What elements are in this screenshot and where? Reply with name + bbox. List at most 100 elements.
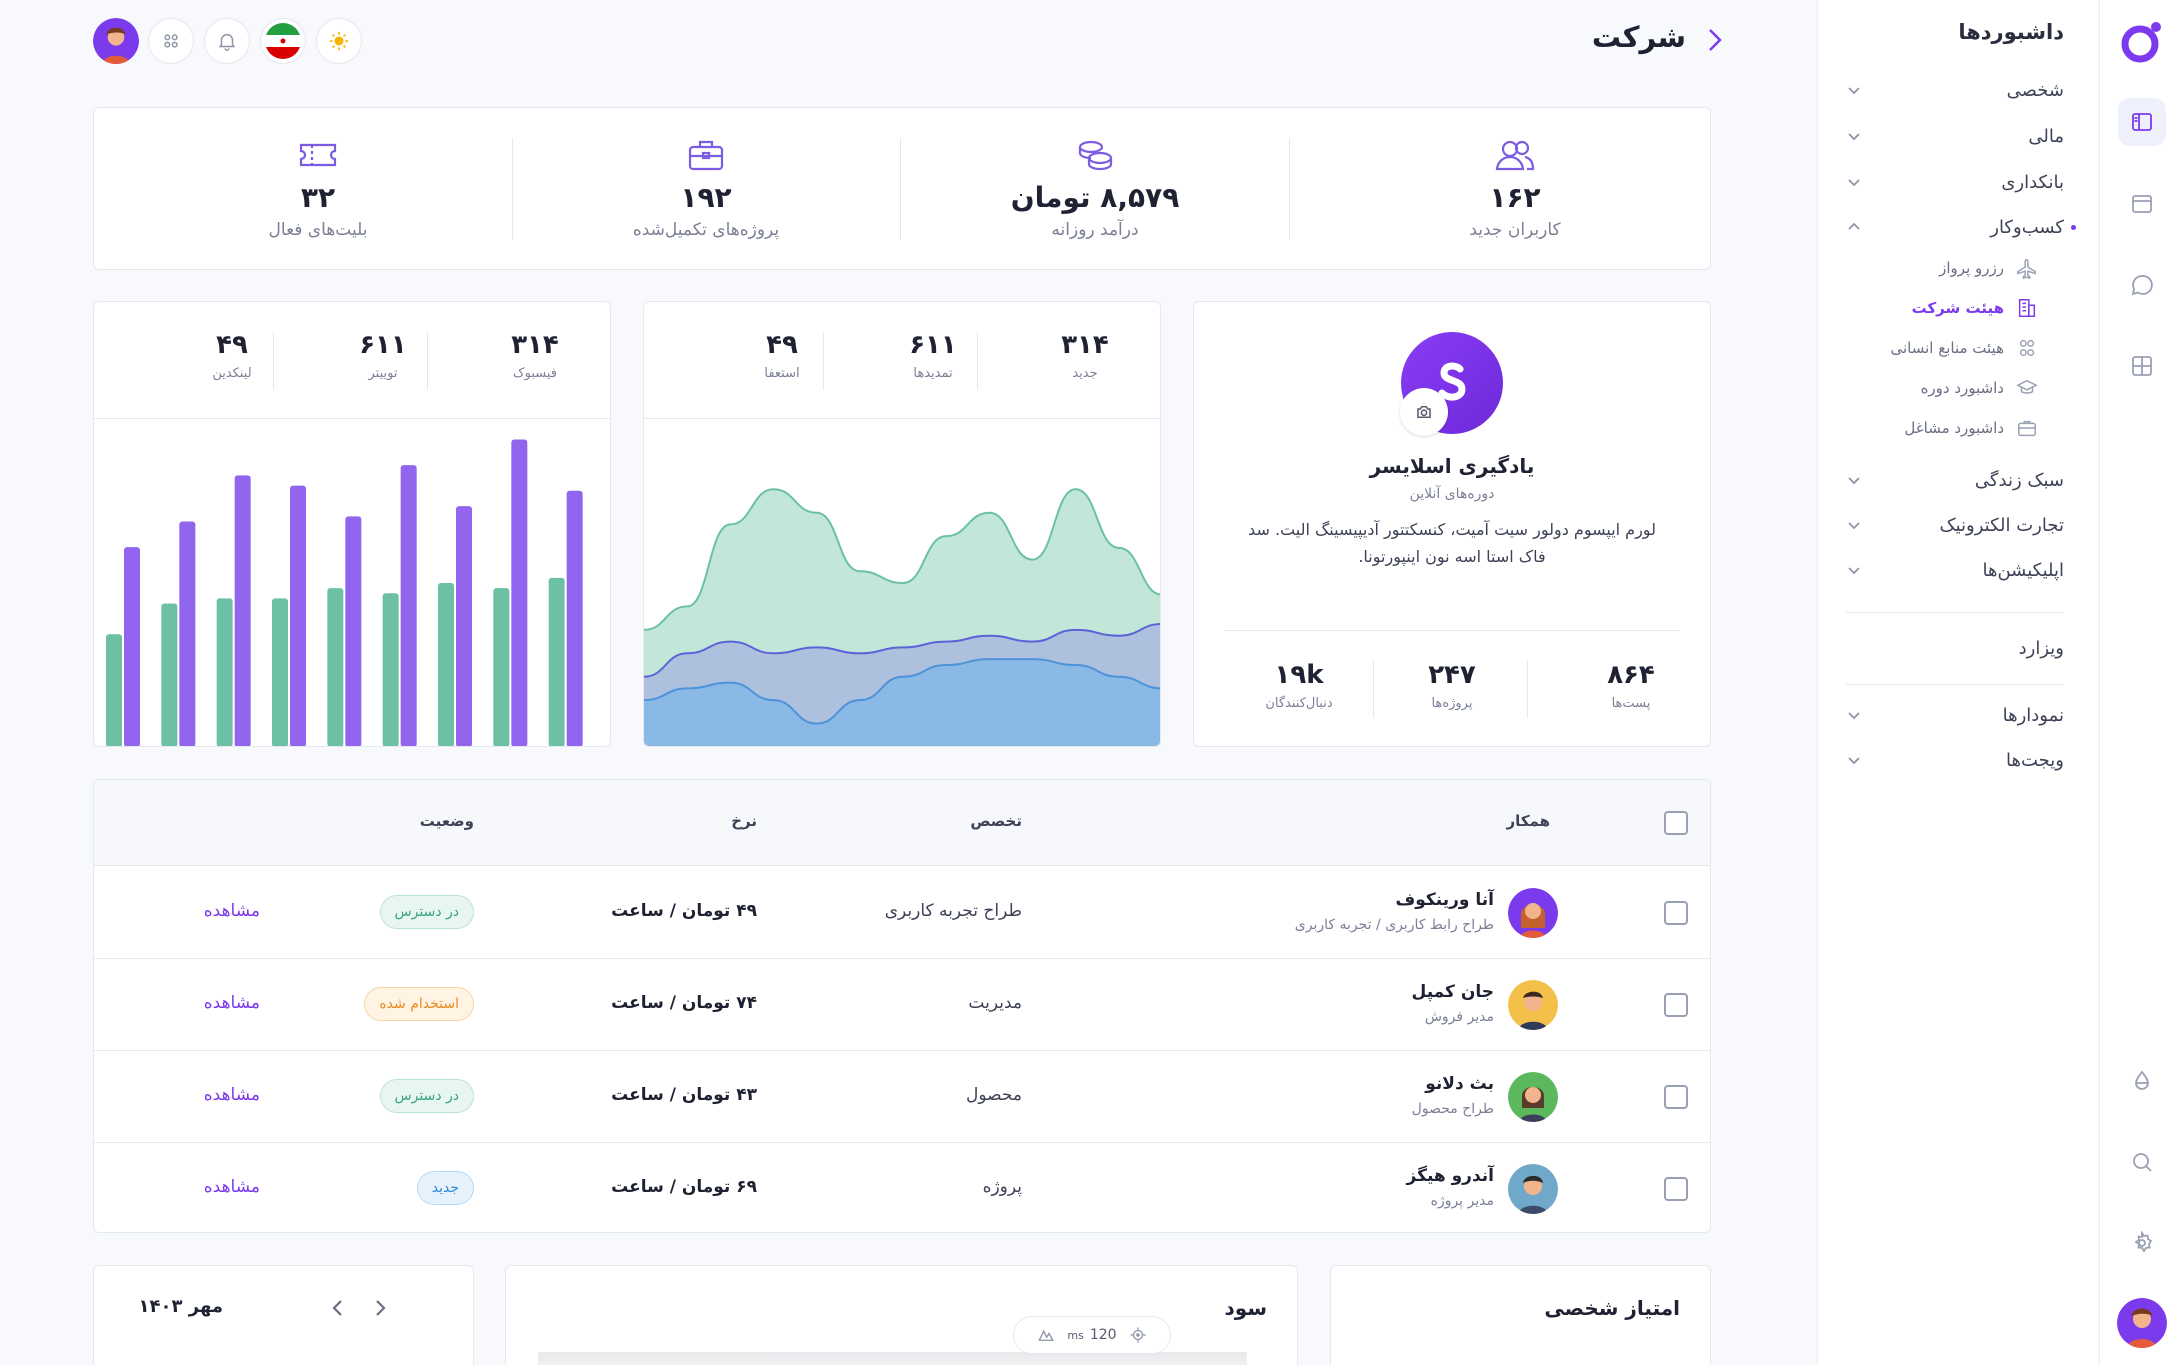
bell-icon — [218, 33, 236, 51]
bar-purple-6 — [456, 506, 472, 746]
settings-rail-button[interactable] — [2118, 1219, 2166, 1267]
language-button[interactable] — [260, 18, 306, 64]
mini-stat-label: فیسبوک — [512, 366, 557, 381]
row-checkbox[interactable] — [1664, 1085, 1688, 1109]
grid-icon — [2132, 356, 2152, 376]
search-rail-button[interactable] — [2118, 1138, 2166, 1186]
area-stat-renewals: ۶۱۱ تمدیدها — [858, 330, 1008, 381]
bar-purple-8 — [566, 490, 583, 746]
sidebar-item-finance[interactable]: مالی — [1846, 120, 2064, 152]
sidebar-item-charts[interactable]: نمودارها — [1846, 699, 2064, 731]
theme-toggle-button[interactable] — [316, 18, 362, 64]
sidebar-divider — [1846, 612, 2064, 613]
sub-item-jobs-dashboard[interactable]: داشبورد مشاغل — [1904, 414, 2038, 442]
avatar-illustration-icon — [1508, 888, 1558, 938]
stat-value: ۸,۵۷۹ تومان — [1010, 181, 1180, 214]
chevron-down-icon — [1848, 477, 1860, 485]
sub-item-course-dashboard[interactable]: داشبورد دوره — [1921, 374, 2038, 402]
messages-rail-button[interactable] — [2118, 261, 2166, 309]
stat-label: بلیت‌های فعال — [268, 220, 368, 240]
row-checkbox[interactable] — [1664, 901, 1688, 925]
stat-active-tickets: ۳۲ بلیت‌های فعال — [123, 108, 513, 270]
sidebar-item-ecommerce[interactable]: تجارت الکترونیک — [1846, 509, 2064, 541]
card-title: سود — [1224, 1296, 1267, 1320]
chevron-right-icon[interactable] — [1700, 24, 1728, 56]
mini-stat-label: لینکدین — [212, 366, 252, 381]
avatar-illustration-icon — [1508, 980, 1558, 1030]
sidebar-item-widgets[interactable]: ویجت‌ها — [1846, 744, 2064, 776]
stat-value: ۳۲ — [300, 181, 336, 214]
view-link[interactable]: مشاهده — [204, 993, 260, 1013]
member-avatar — [1508, 1072, 1558, 1122]
select-all-checkbox[interactable] — [1664, 811, 1688, 835]
window-icon — [2132, 195, 2152, 213]
briefcase-icon — [2018, 420, 2036, 437]
bar-purple-3 — [290, 485, 306, 746]
sidebar-item-wizard[interactable]: ویزارد — [1846, 632, 2064, 664]
airplane-icon — [2017, 259, 2036, 279]
member-avatar — [1508, 980, 1558, 1030]
chevron-right-icon[interactable] — [368, 1296, 392, 1320]
stat-completed-projects: ۱۹۲ پروژه‌های تکمیل‌شده — [511, 108, 901, 270]
area-stat-new: ۳۱۴ جدید — [1010, 330, 1160, 381]
chevron-left-icon[interactable] — [326, 1296, 350, 1320]
avatar-illustration-icon — [2117, 1298, 2167, 1348]
view-link[interactable]: مشاهده — [204, 1177, 260, 1197]
area-chart — [644, 488, 1160, 746]
sidebar-item-business[interactable]: کسب‌وکار — [1846, 211, 2064, 243]
sub-item-label: رزرو پرواز — [1939, 259, 2004, 277]
sub-item-hr-board[interactable]: هیئت منابع انسانی — [1891, 334, 2039, 362]
view-link[interactable]: مشاهده — [204, 901, 260, 921]
dashboards-rail-button[interactable] — [2118, 98, 2166, 146]
sidebar-item-personal[interactable]: شخصی — [1846, 74, 2064, 106]
fps-value: 120 — [1089, 1327, 1117, 1343]
crosshair-icon[interactable] — [1129, 1326, 1147, 1344]
sidebar-item-label: مالی — [2028, 125, 2064, 147]
view-link[interactable]: مشاهده — [204, 1085, 260, 1105]
triangle-logo-icon — [1038, 1329, 1055, 1341]
gear-icon — [2134, 1231, 2153, 1253]
layouts-rail-button[interactable] — [2118, 180, 2166, 228]
sidebar-item-label: نمودارها — [2002, 704, 2064, 726]
icon-rail — [2099, 0, 2184, 1365]
sidebar-item-apps[interactable]: اپلیکیشن‌ها — [1846, 554, 2064, 586]
avatar-illustration-icon — [1508, 1164, 1558, 1214]
chat-bubble-icon — [2131, 275, 2153, 296]
row-checkbox[interactable] — [1664, 993, 1688, 1017]
member-rate: ۴۳ تومان / ساعت — [611, 1085, 757, 1105]
table-row: آنا ورینکوف طراح رابط کاربری / تجربه کار… — [94, 867, 1710, 959]
header-status: وضعیت — [419, 812, 474, 830]
retention-card: ۳۱۴ جدید ۶۱۱ تمدیدها ۴۹ استعفا — [643, 301, 1161, 747]
social-card: ۳۱۴ فیسبوک ۶۱۱ توییتر ۴۹ لینکدین — [93, 301, 611, 747]
bar-green-4 — [327, 588, 344, 746]
stat-label: پروژه‌های تکمیل‌شده — [632, 220, 780, 240]
sub-item-company-board[interactable]: هیئت شرکت — [1912, 294, 2038, 322]
sub-item-flight-booking[interactable]: رزرو پرواز — [1939, 254, 2038, 282]
sidebar-item-lifestyle[interactable]: سبک زندگی — [1846, 464, 2064, 496]
table-header: همکار تخصص نرخ وضعیت — [94, 780, 1710, 866]
stats-card: ۱۶۲ کاربران جدید ۸,۵۷۹ تومان درآمد روزان… — [93, 107, 1711, 270]
bar-chart — [106, 439, 583, 746]
member-role: مدیر پروژه — [1430, 1193, 1494, 1209]
change-photo-button[interactable] — [1400, 388, 1448, 436]
grid-rail-button[interactable] — [2118, 342, 2166, 390]
theme-rail-button[interactable] — [2118, 1057, 2166, 1105]
team-icon — [2019, 339, 2035, 357]
page-title: شرکت — [1591, 20, 1686, 54]
mini-stat-label: پروژه‌ها — [1431, 696, 1473, 711]
mini-stat-value: ۶۱۱ — [909, 330, 957, 360]
mini-stat-label: توییتر — [368, 366, 398, 381]
apps-button[interactable] — [148, 18, 194, 64]
profile-description: لورم ایپسوم دولور سیت آمیت، کنسکتتور آدی… — [1248, 520, 1656, 566]
notifications-button[interactable] — [204, 18, 250, 64]
calendar-month: مهر ۱۴۰۳ — [138, 1296, 223, 1317]
area-stat-resign: ۴۹ استعفا — [707, 330, 857, 381]
bar-purple-4 — [345, 516, 362, 746]
user-avatar[interactable] — [2117, 1298, 2167, 1348]
row-checkbox[interactable] — [1664, 1177, 1688, 1201]
stat-daily-income: ۸,۵۷۹ تومان درآمد روزانه — [900, 108, 1290, 270]
mini-stat-value: ۳۱۴ — [511, 330, 559, 360]
header-user-avatar[interactable] — [93, 18, 139, 64]
app-logo-icon[interactable] — [2118, 18, 2166, 66]
sidebar-item-banking[interactable]: بانکداری — [1846, 166, 2064, 198]
